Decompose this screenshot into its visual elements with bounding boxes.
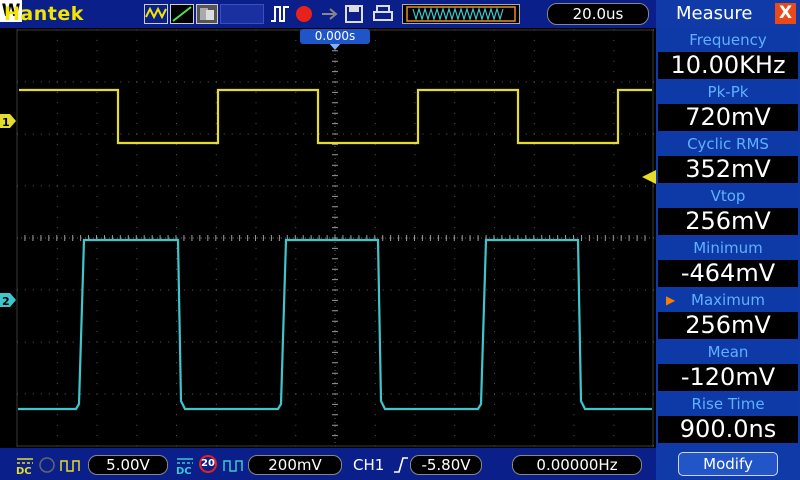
measure-value: 256mV xyxy=(658,312,798,339)
measure-value: -120mV xyxy=(658,364,798,391)
ch2-bandwidth-icon[interactable] xyxy=(223,456,245,474)
trigger-source[interactable]: CH1 xyxy=(353,455,384,475)
timebase-readout[interactable]: 20.0us xyxy=(547,3,649,25)
close-button[interactable]: X xyxy=(775,3,796,24)
measure-panel: Measure X Frequency 10.00KHz Pk-Pk 720mV Cyc… xyxy=(656,0,800,480)
ch1-waveform xyxy=(19,88,652,145)
waveform-plot: 12 xyxy=(0,28,656,448)
ch1-scale[interactable]: 5.00V xyxy=(88,455,168,475)
panel-title: Measure xyxy=(676,3,753,24)
measure-value: 900.0ns xyxy=(658,416,798,443)
run-pulse-icon[interactable] xyxy=(270,4,290,24)
persistence-icon[interactable] xyxy=(196,4,218,24)
ch1-bandwidth-icon[interactable] xyxy=(60,456,82,474)
ch1-marker-label: 1 xyxy=(2,116,10,129)
measure-label[interactable]: Rise Time xyxy=(658,392,798,416)
measure-label[interactable]: Vtop xyxy=(658,184,798,208)
status-bar: DC 5.00V DC 20 200mV CH1 -5.80V 0.00000H… xyxy=(0,448,656,480)
trigger-frequency: 0.00000Hz xyxy=(512,455,642,475)
measure-label[interactable]: Minimum xyxy=(658,236,798,260)
save-icon[interactable] xyxy=(344,4,364,24)
measure-label[interactable]: Mean xyxy=(658,340,798,364)
measure-label[interactable]: Pk-Pk xyxy=(658,80,798,104)
trigger-position-marker[interactable]: 0.000s xyxy=(300,29,370,44)
measure-label[interactable]: Cyclic RMS xyxy=(658,132,798,156)
panel-header: Measure X xyxy=(656,0,800,28)
top-toolbar: Hantek W 20.0us xyxy=(0,0,656,28)
ch1-coupling-label: DC xyxy=(16,466,32,477)
measure-value: 256mV xyxy=(658,208,798,235)
measure-value: 720mV xyxy=(658,104,798,131)
vector-mode-icon[interactable] xyxy=(170,4,194,24)
ch1-invert-icon[interactable] xyxy=(38,456,56,474)
graticule: 12 xyxy=(0,29,656,447)
memory-depth-icon xyxy=(402,4,520,24)
trigger-level[interactable]: -5.80V xyxy=(410,455,482,475)
waveform-display-icon[interactable] xyxy=(144,4,168,24)
measure-value: 10.00KHz xyxy=(658,52,798,79)
trigger-level-marker xyxy=(642,170,656,184)
arrow-icon[interactable] xyxy=(320,4,340,24)
modify-button[interactable]: Modify xyxy=(678,452,778,476)
record-icon[interactable] xyxy=(294,4,314,24)
ch2-coupling-label: DC xyxy=(176,466,192,477)
rising-edge-icon[interactable] xyxy=(393,456,409,474)
ch2-bw-limit-badge[interactable]: 20 xyxy=(199,455,217,473)
ch2-marker-label: 2 xyxy=(2,295,10,308)
measure-label[interactable]: Maximum xyxy=(658,288,798,312)
selected-marker-icon: ▶ xyxy=(666,293,676,307)
ch2-scale[interactable]: 200mV xyxy=(248,455,342,475)
brand-logo: Hantek xyxy=(4,3,84,25)
measure-label[interactable]: Frequency xyxy=(658,28,798,52)
print-icon[interactable] xyxy=(372,4,394,24)
status-slot-icon xyxy=(220,4,264,24)
measure-value: 352mV xyxy=(658,156,798,183)
measure-value: -464mV xyxy=(658,260,798,287)
